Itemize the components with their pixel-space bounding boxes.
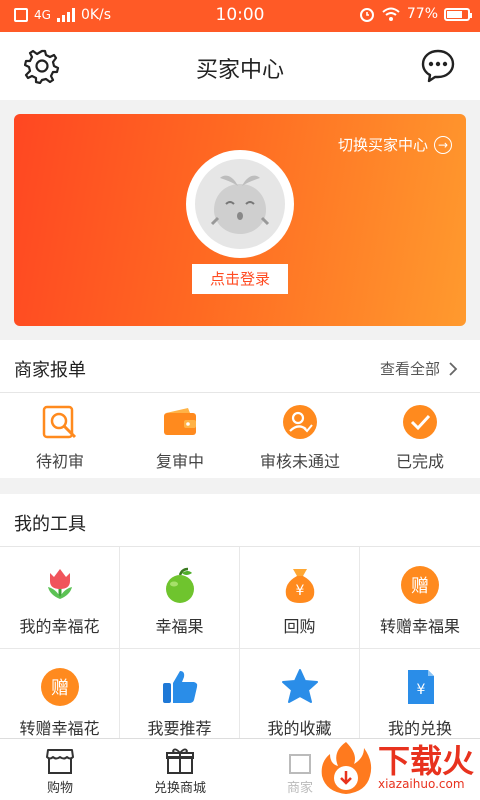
tab-label: 兑换商城 xyxy=(153,781,206,796)
tool-label: 回购 xyxy=(283,617,316,636)
bag-glyph: ¥ xyxy=(295,583,304,599)
report-status-row: 待初审 复审中 审核未通过 已完成 xyxy=(0,404,480,472)
battery-percent: 77% xyxy=(406,6,438,22)
gift-box-icon xyxy=(166,748,194,774)
tool-label: 幸福果 xyxy=(155,617,204,636)
report-label: 复审中 xyxy=(155,452,204,471)
profile-banner: 切换买家中心 → 点击登录 xyxy=(14,114,466,326)
mascot-placeholder-icon xyxy=(210,175,270,234)
tab-shopping[interactable]: 购物 xyxy=(0,739,120,800)
tool-label: 我要推荐 xyxy=(147,719,212,738)
tools-grid: 我的幸福花 幸福果 ¥ 回购 赠 转赠幸福果 赠 转赠幸福花 我要推荐 我的收藏… xyxy=(0,547,480,751)
tool-buyback[interactable]: ¥ 回购 xyxy=(240,547,360,649)
tool-my-exchange[interactable]: ¥ 我的兑换 xyxy=(360,649,480,751)
tools-section: 我的工具 我的幸福花 幸福果 ¥ 回购 赠 转赠幸福果 赠 转赠幸福花 我要推荐… xyxy=(0,494,480,751)
report-item-pending[interactable]: 待初审 xyxy=(0,404,120,472)
tab-label: 购物 xyxy=(46,781,73,796)
tools-title: 我的工具 xyxy=(14,514,86,535)
switch-center-label: 切换买家中心 xyxy=(337,136,428,154)
reports-section: 商家报单 查看全部 待初审 复审中 审核未通过 已完成 xyxy=(0,340,480,478)
tulip-icon xyxy=(47,569,72,599)
battery-icon xyxy=(444,7,472,21)
tool-recommend[interactable]: 我要推荐 xyxy=(120,649,240,751)
tab-exchange-mall[interactable]: 兑换商城 xyxy=(120,739,240,800)
report-label: 待初审 xyxy=(35,452,84,471)
watermark-domain: xiazaihuo.com xyxy=(377,777,465,791)
tool-my-flower[interactable]: 我的幸福花 xyxy=(0,547,120,649)
receipt-glyph: ¥ xyxy=(417,682,426,698)
avatar-placeholder xyxy=(195,159,285,249)
tool-favorites[interactable]: 我的收藏 xyxy=(240,649,360,751)
report-item-rejected[interactable]: 审核未通过 xyxy=(240,404,360,472)
status-bar: 4G 0K/s 10:00 77% xyxy=(0,0,480,32)
report-label: 已完成 xyxy=(395,452,444,471)
thumbs-up-icon xyxy=(162,671,197,703)
view-all-label: 查看全部 xyxy=(379,360,440,378)
user-circle-icon xyxy=(283,405,317,439)
status-right: 77% xyxy=(359,6,472,22)
gift-coin-icon: 赠 xyxy=(40,668,79,706)
apple-icon xyxy=(165,567,194,603)
app-header: 买家中心 xyxy=(0,32,480,100)
arrow-right-circle-icon: → xyxy=(434,135,452,154)
login-button[interactable]: 点击登录 xyxy=(192,264,288,294)
tool-label: 我的兑换 xyxy=(387,719,452,738)
report-item-reviewing[interactable]: 复审中 xyxy=(120,404,240,472)
tool-label: 转赠幸福果 xyxy=(379,617,460,636)
tool-label: 我的幸福花 xyxy=(19,617,100,636)
tool-happy-fruit[interactable]: 幸福果 xyxy=(120,547,240,649)
tool-label: 转赠幸福花 xyxy=(19,719,100,738)
shop-icon xyxy=(46,749,74,774)
divider xyxy=(0,392,480,393)
chevron-right-icon xyxy=(449,361,458,376)
battery-fill xyxy=(447,10,463,18)
watermark-brand: 下载火 xyxy=(377,742,474,780)
report-label: 审核未通过 xyxy=(259,452,340,471)
chat-icon[interactable] xyxy=(420,48,456,84)
view-all-link[interactable]: 查看全部 xyxy=(380,358,458,379)
store-icon xyxy=(289,754,311,774)
search-doc-icon xyxy=(42,405,77,439)
check-circle-icon xyxy=(403,405,437,439)
tool-label: 我的收藏 xyxy=(267,719,332,738)
flame-logo-icon xyxy=(321,742,372,794)
star-icon xyxy=(281,669,318,703)
gift-coin-icon: 赠 xyxy=(401,566,439,604)
tab-label: 商家 xyxy=(286,781,313,796)
coin-glyph: 赠 xyxy=(411,576,429,597)
wifi-icon xyxy=(382,7,400,21)
avatar[interactable] xyxy=(186,150,294,258)
watermark-text: 下载火 xiazaihuo.com xyxy=(378,745,474,791)
coin-glyph: 赠 xyxy=(51,678,69,699)
report-item-completed[interactable]: 已完成 xyxy=(360,404,480,472)
page-title: 买家中心 xyxy=(195,58,284,83)
watermark: 下载火 xiazaihuo.com xyxy=(318,740,474,796)
reports-title: 商家报单 xyxy=(14,360,86,381)
money-bag-icon: ¥ xyxy=(285,569,314,603)
switch-center-link[interactable]: 切换买家中心 → xyxy=(338,134,452,155)
tool-gift-fruit[interactable]: 赠 转赠幸福果 xyxy=(360,547,480,649)
alarm-icon xyxy=(359,8,374,22)
wallet-icon xyxy=(164,408,196,435)
tool-gift-flower[interactable]: 赠 转赠幸福花 xyxy=(0,649,120,751)
receipt-icon: ¥ xyxy=(408,670,434,704)
